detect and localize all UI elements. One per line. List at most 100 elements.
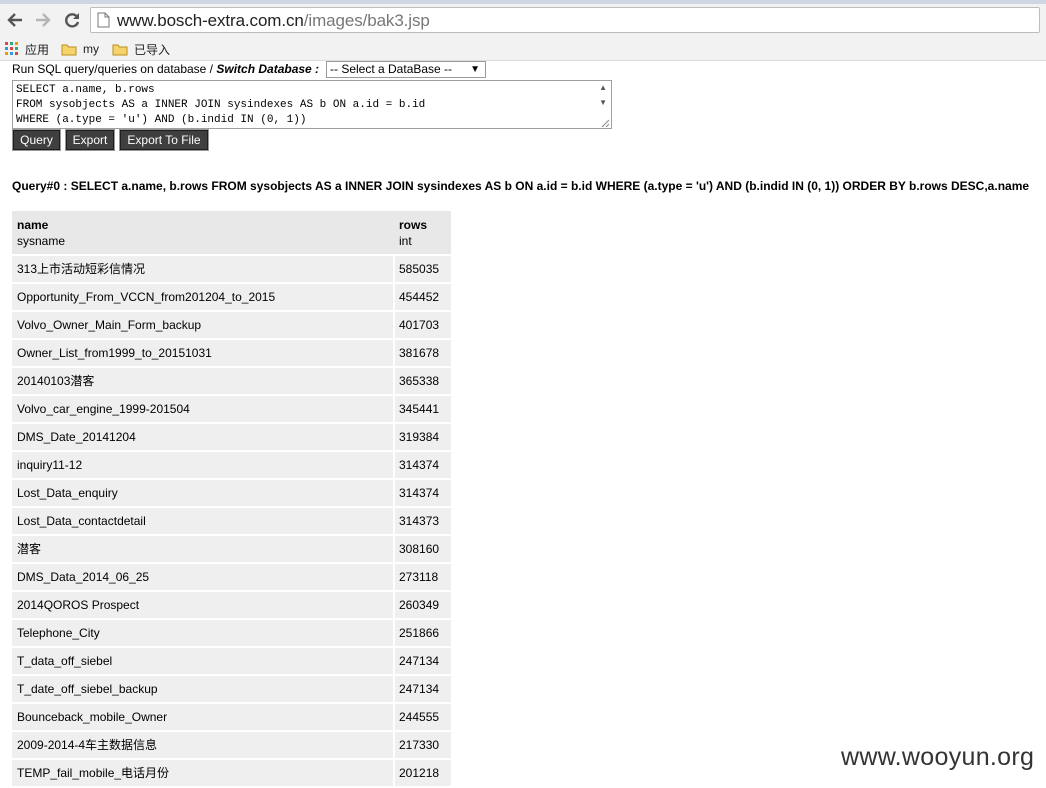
bookmarks-bar: 应用 my 已导入 (0, 37, 1046, 61)
cell-rows: 454452 (395, 284, 451, 310)
cell-name: inquiry11-12 (12, 452, 393, 478)
sql-query-textarea[interactable]: SELECT a.name, b.rows FROM sysobjects AS… (12, 80, 612, 129)
watermark-text: www.wooyun.org (841, 743, 1035, 771)
scroll-down-icon[interactable]: ▼ (599, 98, 607, 107)
bookmark-label: 应用 (25, 42, 50, 57)
table-row: Lost_Data_enquiry 314374 (12, 478, 451, 506)
cell-name: 2009-2014-4车主数据信息 (12, 732, 393, 758)
cell-rows: 273118 (395, 564, 451, 590)
table-row: 2009-2014-4车主数据信息 217330 (12, 730, 451, 758)
query-result-title: Query#0 : SELECT a.name, b.rows FROM sys… (12, 179, 1030, 193)
browser-toolbar: www.bosch-extra.com.cn/images/bak3.jsp (0, 4, 1046, 37)
cell-rows: 585035 (395, 256, 451, 282)
address-bar[interactable]: www.bosch-extra.com.cn/images/bak3.jsp (90, 7, 1040, 33)
table-row: 313上市活动短彩信情况 585035 (12, 254, 451, 282)
cell-name: 潜客 (12, 536, 393, 562)
table-row: TEMP_fail_mobile_电话月份 201218 (12, 758, 451, 786)
bookmark-label: 已导入 (134, 42, 171, 57)
cell-name: 2014QOROS Prospect (12, 592, 393, 618)
cell-name: Lost_Data_enquiry (12, 480, 393, 506)
table-row: Owner_List_from1999_to_20151031 381678 (12, 338, 451, 366)
url-path: /images/bak3.jsp (303, 11, 430, 30)
column-header-rows: rows int (399, 217, 427, 249)
run-sql-text: Run SQL query/queries on database / (12, 62, 217, 76)
table-row: Telephone_City 251866 (12, 618, 451, 646)
bookmark-imported[interactable]: 已导入 (112, 41, 170, 57)
cell-rows: 247134 (395, 676, 451, 702)
export-button[interactable]: Export (65, 129, 115, 151)
cell-name: Lost_Data_contactdetail (12, 508, 393, 534)
folder-icon (112, 44, 128, 55)
cell-rows: 401703 (395, 312, 451, 338)
cell-rows: 217330 (395, 732, 451, 758)
cell-name: TEMP_fail_mobile_电话月份 (12, 760, 393, 786)
table-row: inquiry11-12 314374 (12, 450, 451, 478)
table-row: 20140103潜客 365338 (12, 366, 451, 394)
folder-icon (61, 44, 77, 55)
switch-database-label: Switch Database : (216, 62, 320, 76)
table-row: Opportunity_From_VCCN_from201204_to_2015… (12, 282, 451, 310)
cell-name: Opportunity_From_VCCN_from201204_to_2015 (12, 284, 393, 310)
cell-rows: 244555 (395, 704, 451, 730)
table-body: 313上市活动短彩信情况 585035 Opportunity_From_VCCN_… (12, 254, 451, 786)
bookmark-my[interactable]: my (61, 41, 99, 57)
cell-rows: 319384 (395, 424, 451, 450)
column-type: int (399, 234, 412, 248)
url-host: www.bosch-extra.com.cn (117, 11, 304, 30)
back-arrow-icon (7, 13, 22, 27)
bookmark-apps[interactable]: 应用 (5, 41, 49, 57)
cell-rows: 260349 (395, 592, 451, 618)
table-header: name sysname rows int (12, 211, 451, 254)
table-row: 潜客 308160 (12, 534, 451, 562)
table-row: DMS_Date_20141204 319384 (12, 422, 451, 450)
cell-name: Volvo_car_engine_1999-201504 (12, 396, 393, 422)
query-button[interactable]: Query (12, 129, 61, 151)
cell-name: Bounceback_mobile_Owner (12, 704, 393, 730)
sql-line: SELECT a.name, b.rows (16, 84, 155, 96)
cell-name: Owner_List_from1999_to_20151031 (12, 340, 393, 366)
url-text[interactable]: www.bosch-extra.com.cn/images/bak3.jsp (117, 11, 430, 31)
column-name: name (17, 218, 49, 232)
run-sql-label: Run SQL query/queries on database / Swit… (12, 62, 319, 76)
reload-icon (65, 13, 80, 28)
cell-name: 313上市活动短彩信情况 (12, 256, 393, 282)
cell-name: Telephone_City (12, 620, 393, 646)
cell-rows: 247134 (395, 648, 451, 674)
table-row: DMS_Data_2014_06_25 273118 (12, 562, 451, 590)
cell-rows: 345441 (395, 396, 451, 422)
apps-grid-icon (5, 42, 18, 55)
scroll-up-icon[interactable]: ▲ (599, 83, 607, 92)
cell-name: DMS_Date_20141204 (12, 424, 393, 450)
cell-rows: 314374 (395, 452, 451, 478)
sql-line: WHERE (a.type = 'u') AND (b.indid IN (0,… (16, 114, 307, 126)
table-row: Bounceback_mobile_Owner 244555 (12, 702, 451, 730)
database-select-value: -- Select a DataBase -- (330, 62, 453, 76)
table-row: 2014QOROS Prospect 260349 (12, 590, 451, 618)
cell-rows: 314374 (395, 480, 451, 506)
cell-rows: 381678 (395, 340, 451, 366)
results-table: name sysname rows int 313上市活动短彩信情况 585035… (12, 211, 451, 786)
resize-handle-icon[interactable] (601, 119, 609, 127)
cell-rows: 314373 (395, 508, 451, 534)
cell-rows: 251866 (395, 620, 451, 646)
cell-rows: 308160 (395, 536, 451, 562)
table-row: T_date_off_siebel_backup 247134 (12, 674, 451, 702)
forward-arrow-icon (36, 13, 51, 27)
column-header-name: name sysname (17, 217, 65, 249)
database-select[interactable]: -- Select a DataBase -- ▼ (326, 61, 486, 78)
dropdown-arrow-icon: ▼ (470, 64, 480, 75)
cell-rows: 201218 (395, 760, 451, 786)
back-button[interactable] (3, 8, 27, 32)
cell-name: T_data_off_siebel (12, 648, 393, 674)
cell-rows: 365338 (395, 368, 451, 394)
export-to-file-button[interactable]: Export To File (119, 129, 209, 151)
reload-button[interactable] (60, 8, 84, 32)
cell-name: Volvo_Owner_Main_Form_backup (12, 312, 393, 338)
table-row: T_data_off_siebel 247134 (12, 646, 451, 674)
cell-name: DMS_Data_2014_06_25 (12, 564, 393, 590)
page-icon (97, 12, 110, 28)
cell-name: T_date_off_siebel_backup (12, 676, 393, 702)
table-row: Volvo_Owner_Main_Form_backup 401703 (12, 310, 451, 338)
table-row: Lost_Data_contactdetail 314373 (12, 506, 451, 534)
forward-button[interactable] (31, 8, 55, 32)
